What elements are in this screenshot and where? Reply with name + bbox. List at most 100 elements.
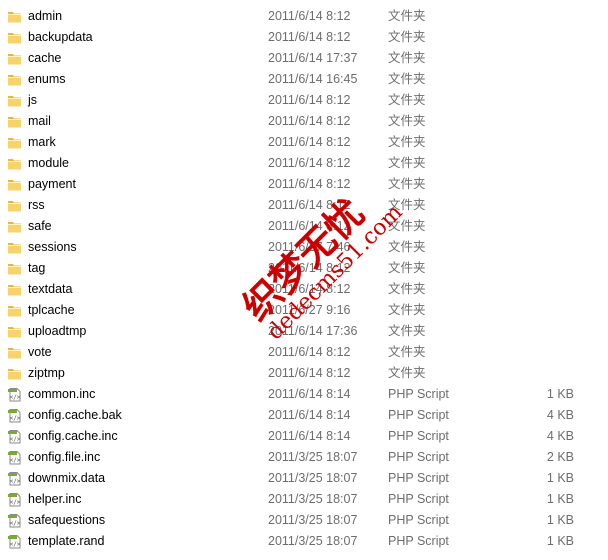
file-type: 文件夹 [388,51,426,65]
file-date: 2011/6/14 8:12 [268,135,351,149]
file-date: 2011/6/14 8:12 [268,366,351,380]
file-name: config.file.inc [28,450,101,464]
file-name: cache [28,51,62,65]
file-date: 2011/6/14 8:12 [268,177,351,191]
svg-text:</>: </> [10,436,21,443]
file-row[interactable]: sessions 2011/6/27 7:46 文件夹 [0,237,608,258]
file-type: 文件夹 [388,156,426,170]
file-name: safequestions [28,513,106,527]
file-row[interactable]: ziptmp 2011/6/14 8:12 文件夹 [0,363,608,384]
file-row[interactable]: </> common.inc 2011/6/14 8:14 PHP Script… [0,384,608,405]
file-row[interactable]: admin 2011/6/14 8:12 文件夹 [0,6,608,27]
file-row[interactable]: tplcache 2011/6/27 9:16 文件夹 [0,300,608,321]
folder-icon [7,198,22,213]
file-row[interactable]: </> downmix.data 2011/3/25 18:07 PHP Scr… [0,468,608,489]
file-name: common.inc [28,387,96,401]
file-name: rss [28,198,45,212]
file-size: 4 KB [546,408,574,422]
file-date: 2011/3/25 18:07 [268,492,358,506]
file-list: admin 2011/6/14 8:12 文件夹 backupdata 2011… [0,6,608,552]
file-date: 2011/6/14 8:12 [268,30,351,44]
file-name: textdata [28,282,73,296]
file-type: 文件夹 [388,303,426,317]
svg-text:</>: </> [10,520,21,527]
file-name: helper.inc [28,492,82,506]
folder-icon [7,345,22,360]
file-row[interactable]: textdata 2011/6/14 8:12 文件夹 [0,279,608,300]
file-type: 文件夹 [388,198,426,212]
file-type: 文件夹 [388,114,426,128]
file-name: ziptmp [28,366,65,380]
php-file-icon: </> [7,408,22,423]
folder-icon [7,240,22,255]
file-date: 2011/3/25 18:07 [268,450,358,464]
file-row[interactable]: tag 2011/6/14 8:12 文件夹 [0,258,608,279]
file-date: 2011/6/14 8:12 [268,9,351,23]
file-row[interactable]: safe 2011/6/14 8:12 文件夹 [0,216,608,237]
file-row[interactable]: js 2011/6/14 8:12 文件夹 [0,90,608,111]
php-file-icon: </> [7,534,22,549]
folder-icon [7,324,22,339]
folder-icon [7,72,22,87]
svg-text:</>: </> [10,457,21,464]
folder-icon [7,30,22,45]
php-file-icon: </> [7,492,22,507]
file-type: 文件夹 [388,366,426,380]
file-date: 2011/6/14 8:12 [268,114,351,128]
file-name: payment [28,177,76,191]
file-name: mark [28,135,56,149]
file-row[interactable]: backupdata 2011/6/14 8:12 文件夹 [0,27,608,48]
file-row[interactable]: mail 2011/6/14 8:12 文件夹 [0,111,608,132]
file-row[interactable]: mark 2011/6/14 8:12 文件夹 [0,132,608,153]
file-date: 2011/6/14 16:45 [268,72,358,86]
folder-icon [7,51,22,66]
file-name: mail [28,114,51,128]
folder-icon [7,156,22,171]
file-name: vote [28,345,52,359]
file-row[interactable]: enums 2011/6/14 16:45 文件夹 [0,69,608,90]
file-size: 1 KB [546,387,574,401]
file-date: 2011/3/25 18:07 [268,513,358,527]
file-type: 文件夹 [388,93,426,107]
file-type: PHP Script [388,387,449,401]
file-row[interactable]: </> template.rand 2011/3/25 18:07 PHP Sc… [0,531,608,552]
file-type: 文件夹 [388,261,426,275]
file-row[interactable]: rss 2011/6/14 8:12 文件夹 [0,195,608,216]
file-row[interactable]: </> config.file.inc 2011/3/25 18:07 PHP … [0,447,608,468]
file-type: 文件夹 [388,324,426,338]
file-row[interactable]: vote 2011/6/14 8:12 文件夹 [0,342,608,363]
file-date: 2011/6/14 8:12 [268,198,351,212]
file-row[interactable]: </> config.cache.bak 2011/6/14 8:14 PHP … [0,405,608,426]
file-row[interactable]: </> config.cache.inc 2011/6/14 8:14 PHP … [0,426,608,447]
svg-text:</>: </> [10,541,21,548]
file-row[interactable]: </> helper.inc 2011/3/25 18:07 PHP Scrip… [0,489,608,510]
file-name: tag [28,261,46,275]
file-name: backupdata [28,30,93,44]
file-row[interactable]: payment 2011/6/14 8:12 文件夹 [0,174,608,195]
file-name: safe [28,219,52,233]
file-row[interactable]: uploadtmp 2011/6/14 17:36 文件夹 [0,321,608,342]
svg-text:</>: </> [10,478,21,485]
php-file-icon: </> [7,471,22,486]
folder-icon [7,114,22,129]
file-type: 文件夹 [388,177,426,191]
file-type: PHP Script [388,492,449,506]
folder-icon [7,9,22,24]
file-name: tplcache [28,303,75,317]
file-date: 2011/6/14 8:14 [268,429,351,443]
file-row[interactable]: </> safequestions 2011/3/25 18:07 PHP Sc… [0,510,608,531]
file-date: 2011/3/25 18:07 [268,534,358,548]
file-row[interactable]: cache 2011/6/14 17:37 文件夹 [0,48,608,69]
file-name: uploadtmp [28,324,87,338]
folder-icon [7,93,22,108]
file-date: 2011/6/14 8:12 [268,261,351,275]
file-type: 文件夹 [388,219,426,233]
file-date: 2011/6/14 8:12 [268,282,351,296]
svg-text:</>: </> [10,394,21,401]
file-size: 1 KB [546,471,574,485]
file-name: downmix.data [28,471,106,485]
file-size: 1 KB [546,513,574,527]
file-row[interactable]: module 2011/6/14 8:12 文件夹 [0,153,608,174]
file-name: enums [28,72,66,86]
file-date: 2011/6/14 17:37 [268,51,358,65]
